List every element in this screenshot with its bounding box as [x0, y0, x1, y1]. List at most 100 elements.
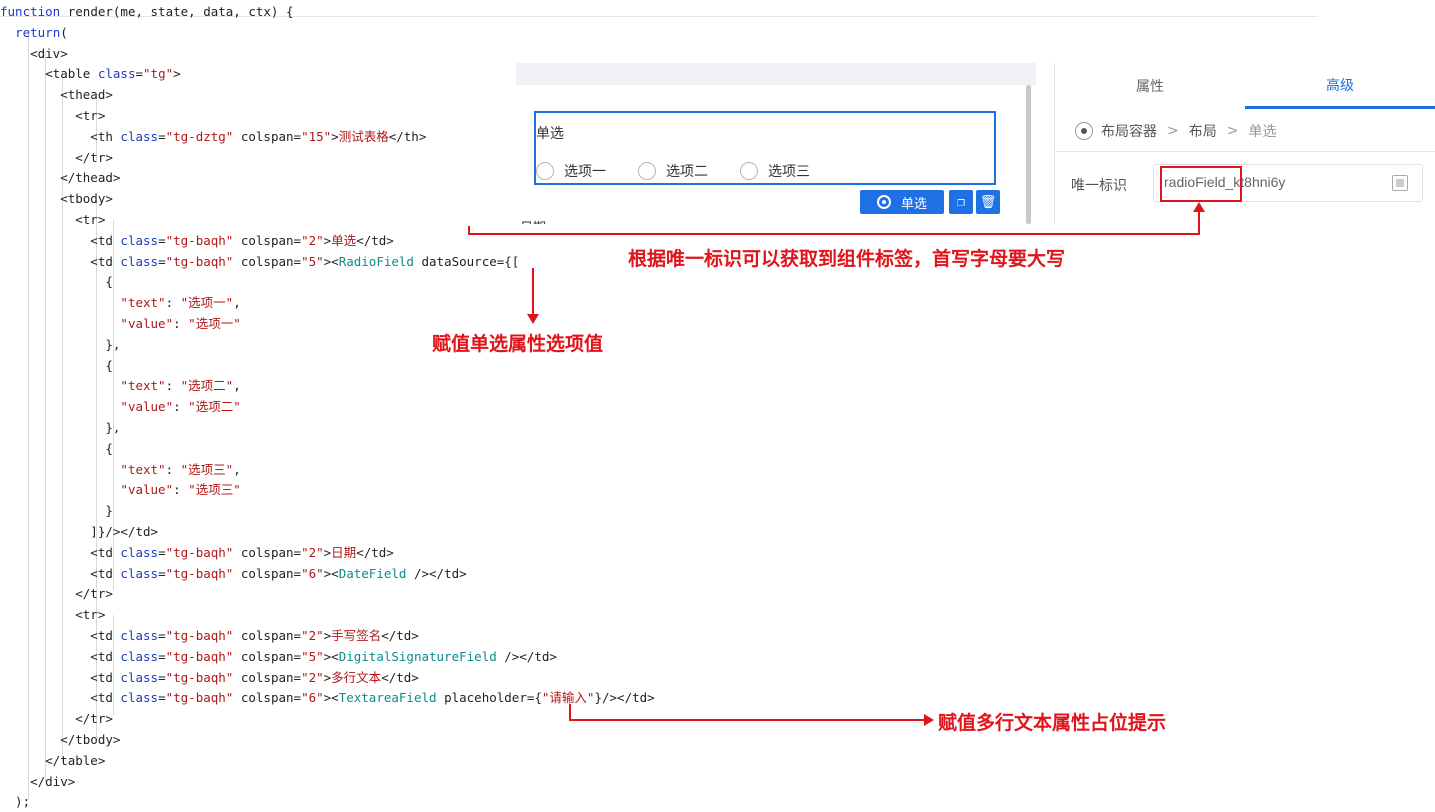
code-token: <thead> [0, 87, 113, 103]
code-token: ( [60, 24, 68, 40]
code-line: "value": "选项三" [0, 479, 240, 500]
code-token: placeholder={ [436, 690, 542, 706]
code-token: 多行文本 [331, 669, 382, 685]
code-token: "tg-baqh" [165, 690, 234, 706]
code-line: ]}/></td> [0, 521, 158, 542]
radio-selected-icon [876, 195, 891, 209]
code-token: colspan= [233, 690, 302, 706]
code-token: </td> [381, 669, 419, 685]
code-token: = [158, 628, 166, 643]
properties-panel: 属性 高级 布局容器 > 布局 > 单选 唯一标识 radioField_kt8… [1054, 63, 1435, 224]
code-token: </tr> [0, 586, 113, 602]
code-line: "text": "选项二", [0, 375, 240, 396]
radio-option[interactable]: 选项二 [638, 161, 708, 181]
code-token: = [158, 669, 166, 685]
breadcrumb-current: 单选 [1248, 124, 1277, 140]
radio-field-component[interactable]: 单选 选项一 选项二 选项三 [534, 111, 996, 185]
code-token: = [158, 128, 166, 144]
code-token: "tg-baqh" [165, 232, 234, 248]
code-token: , [233, 461, 241, 477]
copy-icon: ❐ [957, 194, 965, 210]
code-token: class [120, 648, 159, 664]
code-token: "tg-baqh" [165, 669, 234, 685]
component-type-tag[interactable]: 单选 [860, 190, 944, 214]
code-token: "text" [120, 461, 166, 477]
radio-circle-icon [740, 162, 758, 180]
copy-icon[interactable] [1392, 175, 1408, 191]
code-line: <td class="tg-baqh" colspan="6"><DateFie… [0, 563, 466, 584]
code-token: <table [0, 66, 98, 82]
code-line: <td class="tg-baqh" colspan="2">日期</td> [0, 542, 394, 563]
code-line: </table> [0, 750, 105, 771]
code-line: </div> [0, 771, 75, 792]
code-token: class [120, 128, 159, 144]
code-token: { [286, 4, 294, 19]
code-token: <td [0, 232, 121, 248]
unique-id-highlight-box [1160, 166, 1242, 202]
chevron-right-icon: > [1167, 123, 1179, 139]
code-token: "tg-baqh" [165, 648, 234, 664]
code-line: <th class="tg-dztg" colspan="15">测试表格</t… [0, 126, 426, 147]
code-token: : [165, 295, 181, 311]
code-token: return [15, 24, 61, 40]
code-token: "选项三" [180, 461, 234, 477]
code-line: "value": "选项一" [0, 313, 240, 334]
breadcrumb-item[interactable]: 布局 [1189, 121, 1217, 141]
code-token: colspan= [233, 565, 302, 581]
code-line: <table class="tg"> [0, 63, 181, 84]
code-token: dataSource={[ [413, 253, 520, 269]
code-line: function render(me, state, data, ctx) { [0, 1, 294, 22]
radio-option[interactable]: 选项一 [536, 161, 606, 181]
tab-advanced[interactable]: 高级 [1245, 63, 1435, 109]
code-line: <td class="tg-baqh" colspan="5"><Digital… [0, 646, 557, 667]
canvas-header [516, 63, 1036, 85]
panel-divider [1055, 151, 1435, 152]
tab-properties[interactable]: 属性 [1055, 63, 1245, 109]
code-token: "15" [301, 128, 332, 144]
copy-component-button[interactable]: ❐ [949, 190, 973, 214]
code-token: colspan= [233, 628, 302, 643]
code-line: }, [0, 417, 120, 438]
code-token: = [135, 66, 144, 82]
code-token: </td> [356, 232, 394, 248]
code-line: "text": "选项一", [0, 292, 240, 313]
code-token: colspan= [233, 544, 302, 560]
placeholder-annotation: 赋值多行文本属性占位提示 [938, 712, 1167, 734]
code-line: </thead> [0, 167, 120, 188]
code-token: </div> [0, 773, 76, 789]
panel-tabs: 属性 高级 [1055, 63, 1435, 109]
code-token: colspan= [233, 253, 302, 269]
component-type-label: 单选 [900, 196, 927, 212]
code-token: < [331, 253, 339, 269]
code-token: class [120, 232, 159, 248]
code-token: <tr> [0, 108, 106, 123]
code-token: class [120, 565, 159, 581]
datasource-arrow-head [527, 314, 539, 324]
code-token: } [0, 503, 113, 519]
placeholder-arrow-line [569, 719, 925, 721]
code-token: = [158, 690, 166, 706]
code-token: render(me, state, data, ctx) [60, 4, 286, 19]
code-token: "6" [301, 690, 324, 706]
code-token: "tg" [143, 66, 174, 82]
code-token: }/></td> [594, 690, 655, 706]
code-line: </tr> [0, 147, 113, 168]
code-token: </tbody> [0, 732, 121, 747]
code-token: class [120, 690, 159, 706]
breadcrumb-item[interactable]: 布局容器 [1101, 121, 1157, 141]
uid-annotation: 根据唯一标识可以获取到组件标签，首写字母要大写 [628, 248, 1066, 270]
canvas-scrollbar[interactable] [1026, 85, 1031, 224]
radio-option[interactable]: 选项三 [740, 161, 810, 181]
uid-arrow-line [468, 226, 470, 235]
code-line: <tr> [0, 105, 105, 126]
code-line: </tbody> [0, 729, 120, 750]
code-token: colspan= [233, 128, 302, 144]
code-token: : [165, 461, 181, 477]
code-token: : [173, 482, 189, 498]
delete-component-button[interactable]: 🗑 [976, 190, 1000, 214]
uid-arrow-line [468, 233, 1200, 235]
radio-option-label: 选项三 [768, 164, 810, 180]
